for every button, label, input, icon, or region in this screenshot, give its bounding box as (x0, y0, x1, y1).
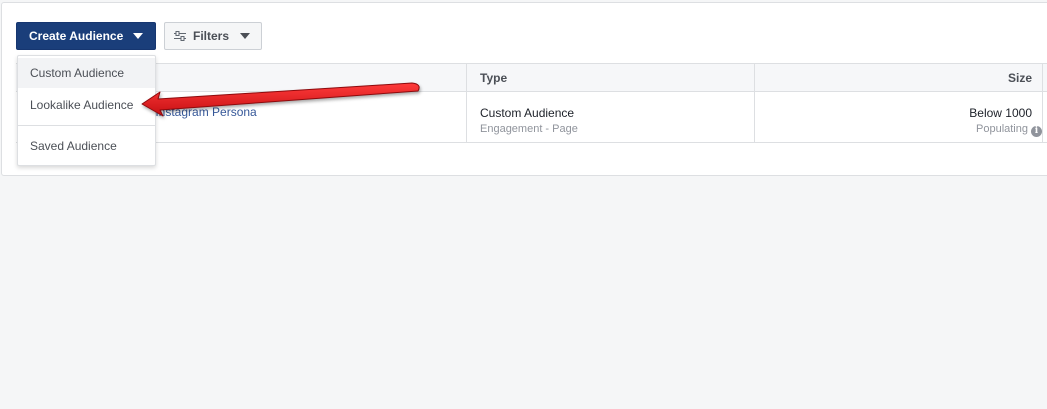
caret-down-icon (133, 33, 144, 39)
audience-size-status: Populating i (976, 123, 1042, 137)
column-divider (1042, 64, 1043, 142)
audiences-table: Type Size r Instagram Persona Custom Aud… (16, 63, 1047, 143)
column-header-type[interactable]: Type (480, 71, 507, 85)
menu-item-label: Lookalike Audience (30, 98, 134, 112)
column-divider (466, 64, 467, 142)
menu-item-label: Saved Audience (30, 139, 117, 153)
caret-down-icon (240, 33, 251, 39)
filters-label: Filters (193, 29, 230, 43)
info-icon[interactable]: i (1031, 126, 1042, 137)
filters-button[interactable]: Filters (164, 22, 262, 50)
menu-item-saved-audience[interactable]: Saved Audience (18, 131, 155, 161)
column-divider (754, 64, 755, 142)
create-audience-button[interactable]: Create Audience (16, 22, 156, 50)
menu-item-custom-audience[interactable]: Custom Audience (18, 58, 155, 88)
audience-type: Custom Audience (480, 106, 575, 120)
menu-item-label: Custom Audience (30, 66, 125, 80)
audience-size: Below 1000 (969, 106, 1032, 120)
menu-divider (18, 125, 155, 126)
audience-name-link[interactable]: r Instagram Persona (148, 105, 257, 119)
create-audience-menu: Custom Audience Lookalike Audience Saved… (17, 55, 156, 166)
create-audience-label: Create Audience (29, 29, 124, 43)
sliders-icon (174, 31, 186, 41)
menu-item-lookalike-audience[interactable]: Lookalike Audience (18, 90, 155, 120)
table-header: Type Size (16, 64, 1047, 92)
column-header-size[interactable]: Size (1008, 71, 1032, 85)
audience-type-detail: Engagement - Page (480, 123, 578, 135)
size-status-label: Populating (976, 123, 1028, 135)
